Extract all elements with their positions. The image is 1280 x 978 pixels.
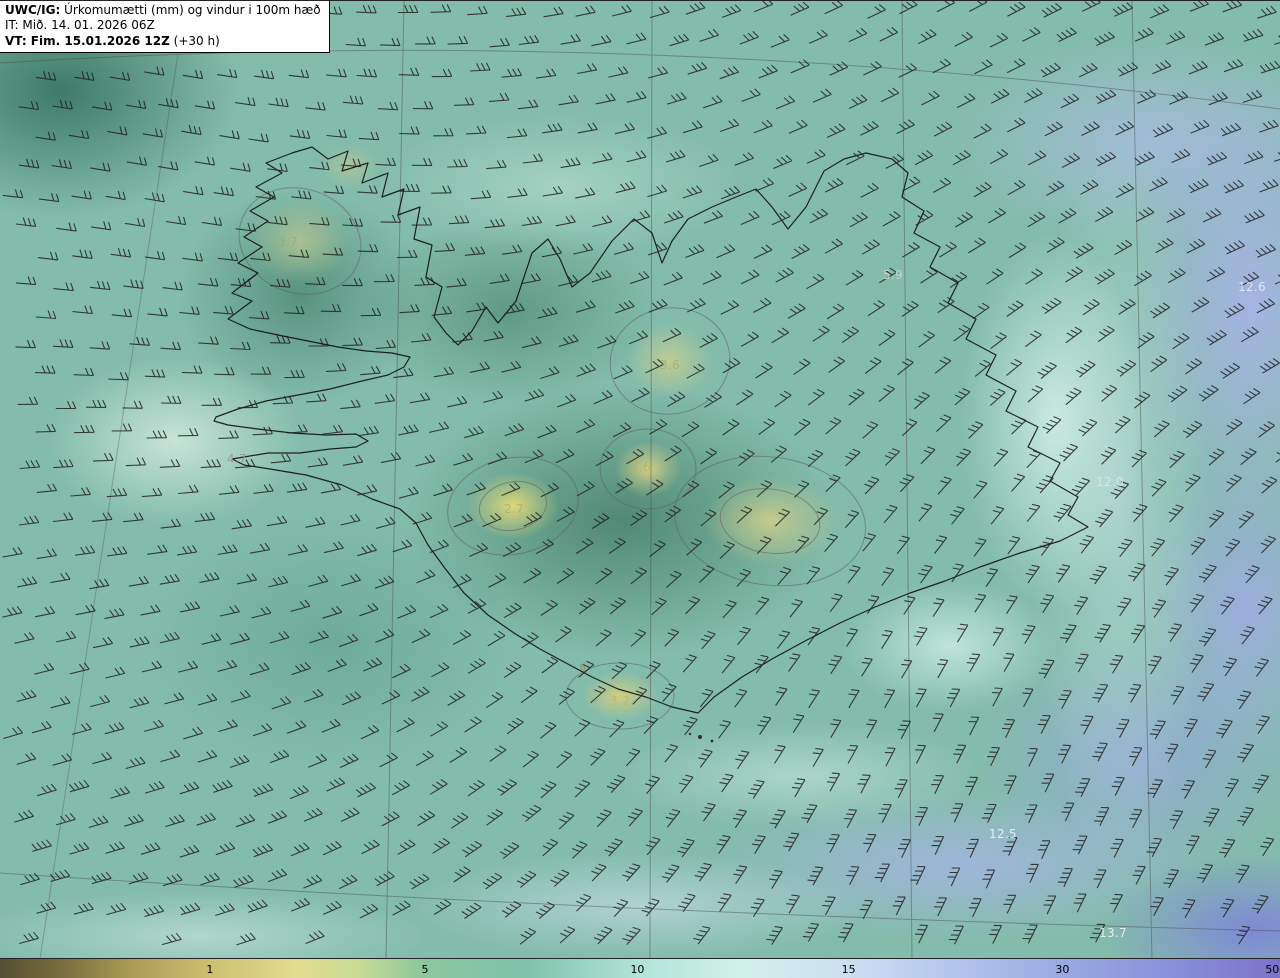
colorbar-tick: 15	[841, 963, 856, 976]
colorbar-tick: 1	[206, 963, 214, 976]
lead-time: (+30 h)	[169, 33, 220, 48]
colorbar: 1 5 10 15 30 50	[0, 958, 1280, 978]
init-time-line: IT: Mið. 14. 01. 2026 06Z	[5, 18, 155, 33]
title-line: UWC/IG: Úrkomumætti (mm) og vindur i 100…	[5, 3, 321, 18]
valid-time-line: VT: Fim. 15.01.2026 12Z (+30 h)	[5, 34, 321, 49]
model-id: UWC/IG:	[5, 3, 61, 17]
value-label: 12.5	[989, 827, 1017, 841]
value-label: 2.7	[504, 502, 524, 516]
value-label: 5.9	[883, 268, 903, 282]
value-label: 3.2	[610, 694, 630, 708]
value-label: 3.6	[660, 358, 680, 372]
value-label: 12.6	[1238, 280, 1266, 294]
colorbar-tick: 10	[630, 963, 645, 976]
colorbar-tick: 50	[1265, 963, 1280, 976]
value-label: 2.6	[631, 460, 651, 474]
map-title-box: UWC/IG: Úrkomumætti (mm) og vindur i 100…	[0, 1, 330, 54]
value-labels-layer: 3.7 5.9 12.6 3.6 4.7 2.7 2.6 12.0 6 3.2 12.5 13.7	[0, 1, 1280, 959]
value-label: 12.0	[1096, 475, 1124, 489]
value-label: 3.7	[278, 235, 298, 249]
value-label: 13.7	[1099, 926, 1127, 940]
colorbar-ticks: 1 5 10 15 30 50	[0, 959, 1280, 978]
valid-time: VT: Fim. 15.01.2026 12Z	[5, 33, 170, 48]
colorbar-tick: 5	[421, 963, 429, 976]
colorbar-tick: 30	[1055, 963, 1070, 976]
value-label: 6	[579, 662, 587, 674]
weather-map: 3.7 5.9 12.6 3.6 4.7 2.7 2.6 12.0 6 3.2 12.5 13.7 U…	[0, 0, 1280, 978]
value-label: 4.7	[227, 452, 247, 466]
title-text: Úrkomumætti (mm) og vindur i 100m hæð	[60, 3, 321, 17]
